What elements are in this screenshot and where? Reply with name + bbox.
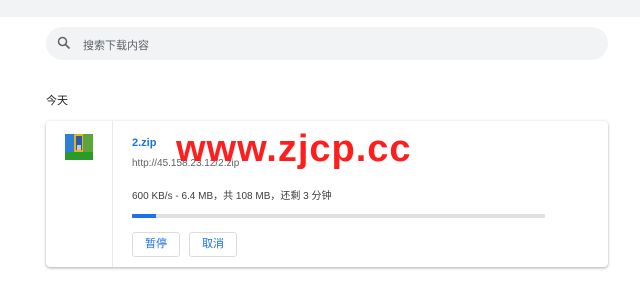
cancel-button[interactable]: 取消 <box>189 232 237 257</box>
progress-fill <box>132 214 157 218</box>
search-icon <box>57 36 71 50</box>
archive-file-icon <box>64 133 94 161</box>
search-input[interactable]: 搜索下载内容 <box>83 37 149 53</box>
watermark-text: www.zjcp.cc <box>176 128 412 170</box>
file-name-link[interactable]: 2.zip <box>132 137 156 149</box>
progress-bar <box>132 214 545 218</box>
search-bar[interactable]: 搜索下载内容 <box>46 27 608 60</box>
download-status: 600 KB/s - 6.4 MB，共 108 MB，还剩 3 分钟 <box>132 191 332 202</box>
pause-button[interactable]: 暂停 <box>132 232 180 257</box>
card-divider <box>112 121 113 267</box>
date-section-label: 今天 <box>46 95 68 107</box>
top-bar <box>0 0 640 17</box>
